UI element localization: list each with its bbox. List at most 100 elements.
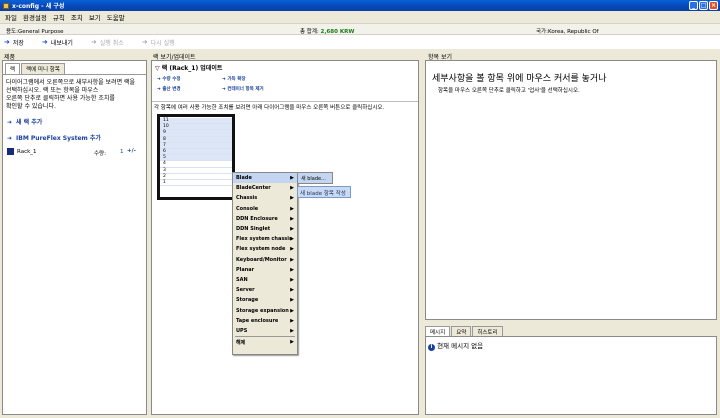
messages-content: i 현재 메시지 없음 — [425, 336, 717, 415]
menu-item-label: Flex system node — [236, 246, 286, 253]
change-output-label: 출산 변경 — [162, 87, 181, 92]
menu-item-keyboard-monitor[interactable]: Keyboard/Monitor ▶ — [233, 255, 297, 265]
menu-item-tape-enclosure[interactable]: Tape enclosure ▶ — [233, 316, 297, 326]
item-view-heading: 세부사항을 볼 항목 위에 마우스 커서를 놓거나 — [432, 74, 607, 84]
export-label: 내보내기 — [50, 39, 73, 47]
no-messages-text: 현재 메시지 없음 — [437, 342, 484, 350]
arrow-right-icon: ➜ — [7, 119, 13, 126]
menu-item-flex-node[interactable]: Flex system node ▶ — [233, 244, 297, 254]
menu-item-label: 해제 — [236, 339, 246, 346]
menu-item-console[interactable]: Console ▶ — [233, 204, 297, 214]
chevron-right-icon: ▶ — [290, 266, 294, 273]
rack-unit[interactable]: 1 — [160, 180, 232, 187]
menu-item-label: Tape enclosure — [236, 317, 279, 324]
menu-item-bladecenter[interactable]: BladeCenter ▶ — [233, 183, 297, 193]
tab-rack[interactable]: 랙 — [5, 63, 21, 74]
chevron-right-icon: ▶ — [290, 185, 294, 192]
arrow-right-icon: ➜ — [4, 38, 10, 46]
add-pureflex-link[interactable]: ➜ IBM PureFlex System 추가 — [3, 128, 146, 144]
menu-item-storage-expansion[interactable]: Storage expansion ▶ — [233, 305, 297, 315]
menu-item-blade[interactable]: Blade ▶ — [233, 173, 297, 184]
instruction-line: 선택하십시오. 랙 또는 항목을 마우스 — [6, 87, 99, 94]
change-output-link[interactable]: ➜ 출산 변경 — [157, 86, 180, 92]
edit-qty-link[interactable]: ➜ 수량 수정 — [157, 76, 180, 82]
messages-panel: 메시지 요약 히스토리 i 현재 메시지 없음 — [425, 326, 717, 415]
menu-item-ddn-singlet[interactable]: DDN Singlet ▶ — [233, 224, 297, 234]
arrow-right-icon: ➜ — [7, 135, 13, 142]
edit-qty-label: 수량 수정 — [162, 77, 181, 82]
menu-item-flex-chassis[interactable]: Flex system chassis ▶ — [233, 234, 297, 244]
menu-help[interactable]: 도움말 — [104, 12, 128, 22]
remove-container-link[interactable]: ➜ 컨테이너 항목 제거 — [222, 86, 264, 92]
maximize-icon[interactable]: □ — [699, 1, 708, 10]
arrow-right-icon: ➜ — [141, 38, 148, 46]
window-titlebar: x-config - 새 구성 _ □ × — [0, 0, 720, 11]
qty-stepper[interactable]: +/- — [127, 148, 136, 154]
new-blade-label: 새 blade... — [301, 175, 326, 182]
chevron-right-icon: ▶ — [290, 256, 294, 263]
undo-button[interactable]: ➜ 실행 취소 — [91, 38, 124, 47]
menu-item-server[interactable]: Server ▶ — [233, 285, 297, 295]
instruction-line: 오른쪽 단추로 클릭하면 사용 가능한 조치를 — [6, 95, 115, 102]
chevron-right-icon: ▶ — [290, 276, 294, 283]
menu-item-release[interactable]: 해제 ▶ — [233, 337, 297, 347]
qty-label: 수량: — [94, 151, 106, 157]
arrow-right-icon: ➜ — [41, 38, 48, 46]
menu-item-label: Storage expansion — [236, 307, 289, 314]
menu-item-label: DDN Singlet — [236, 226, 271, 233]
new-blade-item[interactable]: 새 blade... — [298, 173, 332, 184]
chevron-right-icon: ▶ — [290, 215, 294, 222]
context-menu: Blade ▶ BladeCenter ▶ Chassis ▶ Console ▶ DD… — [232, 172, 298, 355]
collapse-icon[interactable]: ▽ — [155, 65, 160, 72]
rack-icon — [7, 148, 14, 155]
add-pureflex-label: IBM PureFlex System 추가 — [16, 135, 101, 142]
menu-item-san[interactable]: SAN ▶ — [233, 275, 297, 285]
redo-button[interactable]: ➜ 다시 실행 — [142, 38, 175, 47]
menu-rules[interactable]: 규칙 — [50, 12, 68, 22]
expand-full-link[interactable]: ➜ 가득 확장 — [222, 76, 245, 82]
menu-item-label: BladeCenter — [236, 185, 271, 192]
tab-rack-items[interactable]: 랙에 미니 항목 — [21, 63, 65, 74]
menu-item-label: Planar — [236, 266, 255, 273]
menu-file[interactable]: 파일 — [2, 12, 20, 22]
rack-name: Rack_1 — [17, 149, 37, 155]
chevron-right-icon: ▶ — [290, 327, 294, 334]
instructions: 다이어그램에서 오른쪽으로 새부사항을 보려면 랙을 선택하십시오. 랙 또는 … — [3, 74, 146, 115]
menu-item-ups[interactable]: UPS ▶ — [233, 326, 297, 336]
close-icon[interactable]: × — [709, 1, 718, 10]
chevron-right-icon: ▶ — [290, 205, 294, 212]
menu-item-storage[interactable]: Storage ▶ — [233, 295, 297, 305]
chevron-right-icon: ▶ — [290, 226, 294, 233]
save-label: 저장 — [12, 39, 24, 47]
menu-item-label: DDN Enclosure — [236, 215, 278, 222]
menu-item-ddn-enclosure[interactable]: DDN Enclosure ▶ — [233, 214, 297, 224]
info-bar: 용도:General Purpose 총 합계: 2,680 KRW 국가:Ko… — [0, 23, 720, 35]
toolbar: ➜ 저장 ➜ 내보내기 ➜ 실행 취소 ➜ 다시 실행 — [0, 35, 720, 49]
item-view-panel: 세부사항을 볼 항목 위에 마우스 커서를 놓거나 항목을 마우스 오른쪽 단추… — [425, 60, 717, 320]
item-view-subtext: 항목을 마우스 오른쪽 단추로 클릭하고 '업사'을 선택하십시오. — [438, 88, 580, 94]
rack-list-item[interactable]: Rack_1 수량: 1 +/- — [3, 147, 146, 157]
menu-item-label: Server — [236, 287, 255, 294]
remove-container-label: 컨테이너 항목 제거 — [227, 87, 264, 92]
chevron-right-icon: ▶ — [290, 297, 294, 304]
tooltip: 새 blade 항목 작성 — [297, 186, 351, 198]
undo-label: 실행 취소 — [99, 39, 124, 47]
menu-item-label: Blade — [236, 175, 252, 182]
menu-preferences[interactable]: 환경설정 — [20, 12, 50, 22]
chevron-right-icon: ▶ — [290, 246, 294, 253]
rack-update-title: 랙 (Rack_1) 업데이트 — [161, 65, 223, 72]
menu-item-chassis[interactable]: Chassis ▶ — [233, 193, 297, 203]
menu-item-label: Chassis — [236, 195, 258, 202]
add-rack-link[interactable]: ➜ 새 랙 추가 — [3, 115, 146, 128]
minimize-icon[interactable]: _ — [689, 1, 698, 10]
export-button[interactable]: ➜ 내보내기 — [42, 38, 73, 47]
info-icon: i — [428, 344, 435, 351]
menu-item-planar[interactable]: Planar ▶ — [233, 265, 297, 275]
save-button[interactable]: ➜ 저장 — [4, 38, 24, 47]
menu-view[interactable]: 보기 — [86, 12, 104, 22]
rack-update-header: ▽ 랙 (Rack_1) 업데이트 — [152, 61, 418, 74]
rack-diagram[interactable]: 11 10 9 8 7 6 5 4 3 2 1 — [157, 114, 235, 200]
menubar: 파일 환경설정 규칙 조치 보기 도움말 — [0, 11, 720, 22]
expand-full-label: 가득 확장 — [227, 77, 246, 82]
menu-actions[interactable]: 조치 — [68, 12, 86, 22]
